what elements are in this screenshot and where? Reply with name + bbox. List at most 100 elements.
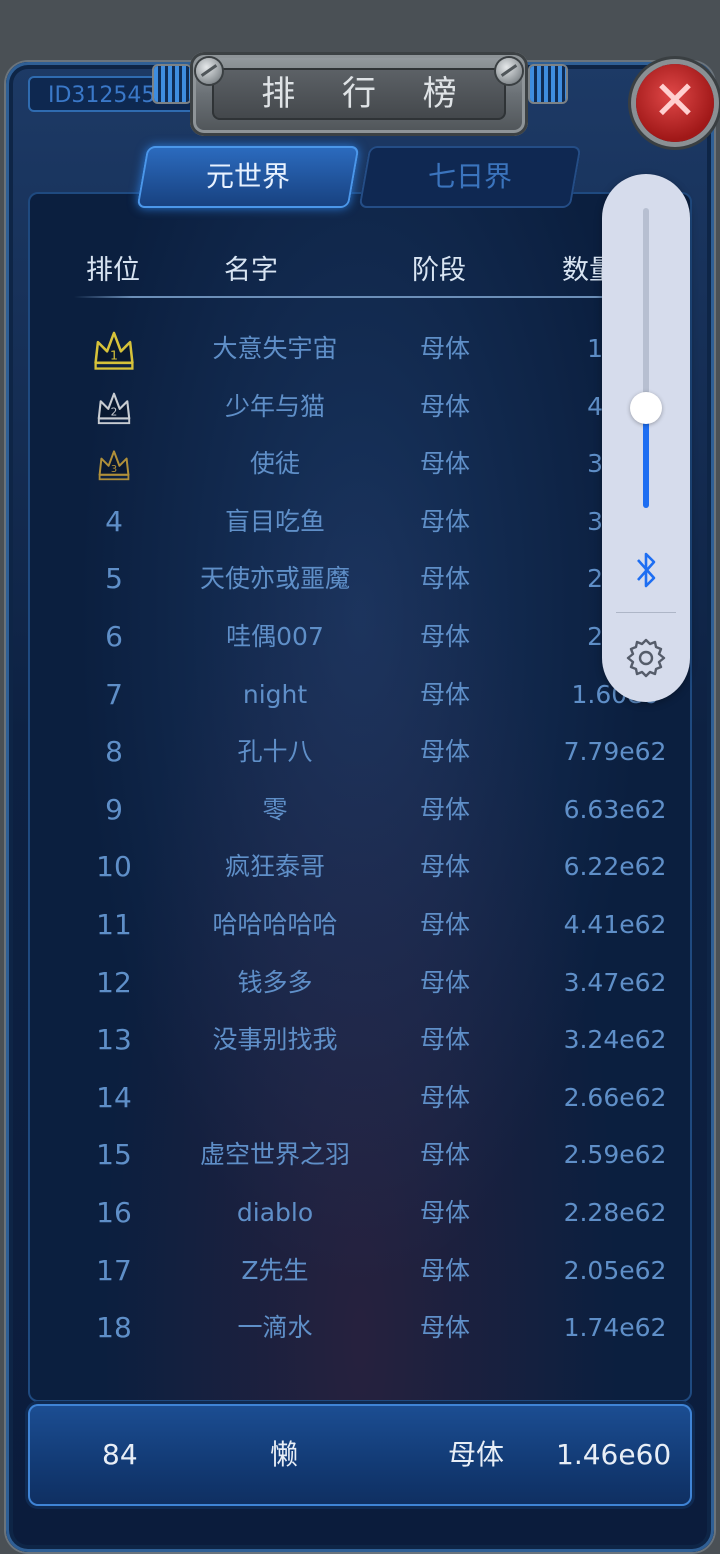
- rank-cell: 13: [96, 1023, 132, 1057]
- page-title: 排 行 榜: [212, 68, 506, 120]
- stage-cell: 母体: [419, 391, 470, 421]
- stage-cell: 母体: [419, 910, 470, 939]
- right-grill-decoration: [530, 66, 566, 102]
- header-rank: 排位: [86, 255, 140, 286]
- name-cell: [160, 1069, 390, 1127]
- close-button[interactable]: ✕: [636, 64, 714, 142]
- rank-cell: 9: [105, 792, 123, 826]
- table-row: 8 孔十八 母体 7.79e62: [30, 723, 690, 781]
- rank-cell: 15: [96, 1138, 132, 1172]
- volume-slider-knob[interactable]: [630, 392, 662, 424]
- stage-cell: 母体: [419, 1025, 470, 1055]
- my-name: 懒: [270, 1438, 299, 1471]
- name-cell: 虚空世界之羽: [199, 1140, 350, 1170]
- table-row: 6哇偶007母体2.02: [30, 608, 690, 666]
- tab-yuan-world[interactable]: 元世界: [136, 146, 360, 208]
- qty-cell: 3.24e62: [563, 1025, 667, 1055]
- volume-panel: [602, 174, 690, 702]
- table-row: 12 钱多多 母体 3.47e62: [30, 954, 690, 1012]
- qty-cell: 2.28e62: [563, 1198, 667, 1227]
- rank-cell: 5: [105, 562, 123, 596]
- tab-seven-day-world[interactable]: 七日界: [358, 146, 582, 208]
- bluetooth-button[interactable]: [626, 548, 666, 592]
- stage-cell: 母体: [419, 794, 470, 824]
- header-divider: [74, 296, 654, 298]
- rank-crown-icon: 1: [91, 326, 137, 372]
- stage-cell: 母体: [419, 737, 470, 767]
- name-cell: 天使亦或噩魔: [199, 564, 350, 594]
- table-row: 11 哈哈哈哈哈 母体 4.41e62: [30, 896, 690, 954]
- stage-cell: 母体: [419, 622, 470, 651]
- gear-icon: [626, 638, 666, 678]
- left-grill-decoration: [154, 66, 190, 102]
- table-row: 14 母体 2.66e62: [30, 1069, 690, 1127]
- qty-cell: 7.79e62: [563, 737, 667, 767]
- stage-cell: 母体: [419, 1082, 470, 1112]
- rank-cell: 6: [105, 620, 123, 653]
- header-name: 名字: [224, 255, 278, 286]
- qty-cell: 2.66e62: [563, 1082, 667, 1112]
- name-cell: 大意失宇宙: [212, 334, 338, 363]
- rank-cell: 8: [105, 735, 123, 769]
- bolt-icon: [496, 58, 522, 84]
- rank-cell: 16: [96, 1196, 132, 1229]
- rank-cell: 10: [96, 850, 132, 884]
- name-cell: 零: [262, 794, 288, 824]
- table-row: 5天使亦或噩魔母体2.19: [30, 550, 690, 608]
- rank-crown-icon: 3: [96, 446, 132, 482]
- stage-cell: 母体: [419, 679, 470, 709]
- qty-cell: 4.41e62: [563, 910, 667, 939]
- name-cell: 哈哈哈哈哈: [212, 910, 338, 939]
- stage-cell: 母体: [419, 1140, 470, 1170]
- svg-text:1: 1: [110, 347, 118, 362]
- bluetooth-icon: [637, 552, 656, 588]
- name-cell: night: [242, 679, 308, 709]
- table-row: 1大意失宇宙母体1.10: [30, 320, 690, 378]
- header-stage: 阶段: [412, 255, 466, 286]
- name-cell: 疯狂泰哥: [224, 852, 325, 882]
- table-row: 18 一滴水 母体 1.74e62: [30, 1299, 690, 1357]
- qty-cell: 2.05e62: [563, 1255, 667, 1285]
- name-cell: diablo: [236, 1198, 314, 1227]
- stage-cell: 母体: [419, 1255, 470, 1285]
- svg-text:2: 2: [111, 406, 118, 418]
- title-plate: 排 行 榜: [190, 52, 528, 136]
- qty-cell: 1.74e62: [563, 1313, 667, 1343]
- stage-cell: 母体: [419, 449, 470, 479]
- name-cell: 孔十八: [237, 737, 313, 767]
- table-row: 15 虚空世界之羽 母体 2.59e62: [30, 1126, 690, 1184]
- name-cell: 少年与猫: [224, 391, 325, 421]
- qty-cell: 6.22e62: [563, 852, 667, 882]
- table-row: 13 没事别找我 母体 3.24e62: [30, 1011, 690, 1069]
- rank-cell: 14: [96, 1080, 132, 1114]
- stage-cell: 母体: [419, 506, 470, 536]
- rank-cell: 11: [96, 908, 132, 941]
- stage-cell: 母体: [419, 967, 470, 997]
- table-header: 排位 名字 阶段 数量: [30, 232, 690, 300]
- settings-button[interactable]: [624, 636, 668, 680]
- my-qty: 1.46e60: [556, 1438, 672, 1471]
- stage-cell: 母体: [419, 564, 470, 594]
- stage-cell: 母体: [419, 1313, 470, 1343]
- svg-text:3: 3: [111, 464, 117, 475]
- rank-cell: 12: [96, 965, 132, 999]
- name-cell: 没事别找我: [212, 1025, 338, 1055]
- stage-cell: 母体: [419, 334, 470, 363]
- my-stage: 母体: [448, 1438, 505, 1471]
- bolt-icon: [196, 58, 222, 84]
- rank-cell: 7: [105, 677, 123, 711]
- table-row: 3使徒母体3.61: [30, 435, 690, 493]
- rank-crown-icon: 2: [95, 388, 133, 426]
- qty-cell: 6.63e62: [563, 794, 667, 824]
- name-cell: Z先生: [241, 1255, 309, 1285]
- rank-cell: 18: [96, 1311, 132, 1345]
- name-cell: 一滴水: [237, 1313, 313, 1343]
- name-cell: 使徒: [249, 449, 300, 479]
- volume-divider: [616, 612, 676, 613]
- my-rank: 84: [102, 1438, 138, 1471]
- table-row: 10 疯狂泰哥 母体 6.22e62: [30, 838, 690, 896]
- stage-cell: 母体: [419, 852, 470, 882]
- table-row: 4盲目吃鱼母体3.11: [30, 493, 690, 551]
- table-row: 7 night 母体 1.60e6: [30, 666, 690, 724]
- stage-cell: 母体: [419, 1198, 470, 1227]
